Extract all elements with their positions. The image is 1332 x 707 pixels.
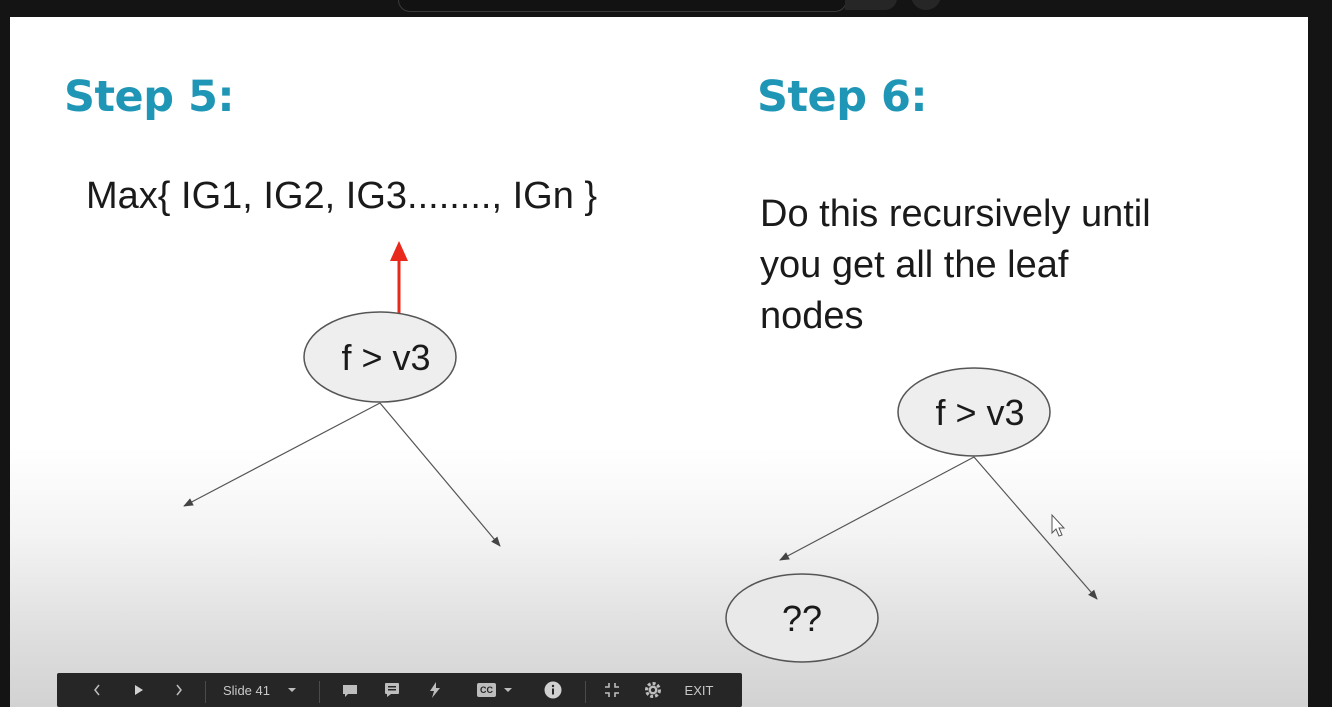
comment-icon[interactable] xyxy=(383,673,401,707)
gear-icon[interactable] xyxy=(643,673,663,707)
mouse-cursor-icon xyxy=(1051,513,1066,537)
chevron-right-icon[interactable] xyxy=(169,673,189,707)
step5-root-node-label: f > v3 xyxy=(341,337,430,378)
presentation-toolbar: Slide 41 CC EXIT xyxy=(57,673,742,707)
speaker-notes-icon[interactable] xyxy=(341,673,359,707)
play-icon[interactable] xyxy=(129,673,149,707)
step5-left-branch xyxy=(183,402,381,507)
divider xyxy=(319,681,320,703)
exit-button[interactable]: EXIT xyxy=(679,673,719,707)
step6-leaf-node-label: ?? xyxy=(782,598,822,639)
laser-pointer-icon[interactable] xyxy=(426,673,444,707)
page-edge xyxy=(1308,17,1332,707)
chevron-down-icon xyxy=(287,688,296,692)
divider xyxy=(585,681,586,703)
step6-left-branch xyxy=(779,456,975,561)
search-box[interactable] xyxy=(398,0,847,12)
step5-right-branch xyxy=(379,402,501,547)
tree-diagrams: f > v3 f > v3 ?? xyxy=(183,241,1098,663)
slide-label: Slide 41 xyxy=(223,682,270,698)
captions-button[interactable]: CC xyxy=(477,673,521,707)
info-icon[interactable] xyxy=(543,673,563,707)
divider xyxy=(205,681,206,703)
slide-canvas: Step 5: Max{ IG1, IG2, IG3........, IGn … xyxy=(10,17,1308,707)
exit-fullscreen-icon[interactable] xyxy=(603,673,621,707)
chevron-down-icon xyxy=(504,688,512,692)
search-button[interactable] xyxy=(845,0,897,10)
step6-root-node-label: f > v3 xyxy=(935,392,1024,433)
exit-label: EXIT xyxy=(684,682,714,698)
slide-selector[interactable]: Slide 41 xyxy=(223,673,315,707)
chevron-left-icon[interactable] xyxy=(87,673,107,707)
step6-right-branch xyxy=(973,456,1098,600)
captions-label: CC xyxy=(477,683,496,697)
